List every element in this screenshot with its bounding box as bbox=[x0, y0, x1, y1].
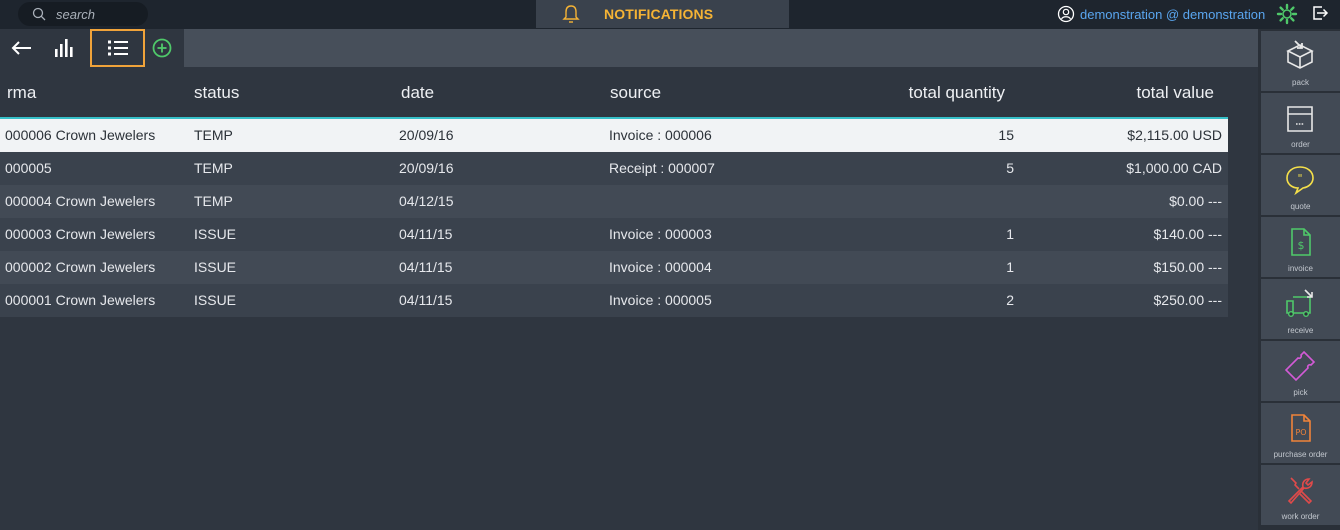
box-icon bbox=[1286, 40, 1314, 69]
table-header: rma status date source total quantity to… bbox=[0, 67, 1228, 119]
column-header-status[interactable]: status bbox=[194, 83, 239, 103]
store-icon bbox=[1287, 106, 1313, 132]
sidebar-item-work-order[interactable]: work order bbox=[1261, 465, 1340, 525]
cell-total-value: $1,000.00 CAD bbox=[1126, 160, 1222, 176]
sidebar-item-pick[interactable]: pick bbox=[1261, 341, 1340, 401]
cell-total-quantity: 1 bbox=[1006, 226, 1014, 242]
cell-date: 20/09/16 bbox=[399, 160, 454, 176]
sidebar-label: invoice bbox=[1288, 264, 1313, 273]
add-button[interactable] bbox=[149, 29, 175, 67]
quote-bubble-icon: " bbox=[1286, 166, 1314, 196]
cell-source: Invoice : 000006 bbox=[609, 127, 712, 143]
column-header-rma[interactable]: rma bbox=[7, 83, 36, 103]
column-header-date[interactable]: date bbox=[401, 83, 434, 103]
table-row[interactable]: 000003 Crown Jewelers ISSUE 04/11/15 Inv… bbox=[0, 218, 1228, 251]
sidebar-item-quote[interactable]: " quote bbox=[1261, 155, 1340, 215]
back-button[interactable] bbox=[4, 29, 40, 67]
sidebar-label: pack bbox=[1292, 78, 1309, 87]
cell-total-quantity: 1 bbox=[1006, 259, 1014, 275]
rma-table: rma status date source total quantity to… bbox=[0, 67, 1228, 317]
column-header-total-quantity[interactable]: total quantity bbox=[909, 83, 1005, 103]
list-view-button[interactable] bbox=[90, 29, 145, 67]
ticket-icon bbox=[1284, 350, 1316, 382]
notifications-label: NOTIFICATIONS bbox=[604, 6, 714, 22]
invoice-dollar-icon: $ bbox=[1291, 228, 1311, 256]
chart-view-button[interactable] bbox=[46, 29, 82, 67]
sidebar-label: order bbox=[1291, 140, 1310, 149]
search-input[interactable]: search bbox=[18, 2, 148, 26]
sidebar-item-order[interactable]: order bbox=[1261, 93, 1340, 153]
svg-text:$: $ bbox=[1298, 239, 1305, 252]
cell-date: 04/11/15 bbox=[399, 259, 453, 275]
cell-status: TEMP bbox=[194, 160, 233, 176]
cell-rma: 000003 Crown Jewelers bbox=[5, 226, 156, 242]
column-header-source[interactable]: source bbox=[610, 83, 661, 103]
sidebar-label: receive bbox=[1287, 326, 1314, 335]
cell-source: Receipt : 000007 bbox=[609, 160, 715, 176]
sidebar-label: pick bbox=[1293, 388, 1308, 397]
toolbar bbox=[0, 29, 1258, 67]
table-row[interactable]: 000005 TEMP 20/09/16 Receipt : 000007 5 … bbox=[0, 152, 1228, 185]
cell-rma: 000005 bbox=[5, 160, 52, 176]
cell-date: 04/12/15 bbox=[399, 193, 454, 209]
cell-status: TEMP bbox=[194, 127, 233, 143]
cell-status: ISSUE bbox=[194, 259, 237, 275]
cell-status: TEMP bbox=[194, 193, 233, 209]
sidebar-label: purchase order bbox=[1273, 450, 1328, 459]
sidebar-label: quote bbox=[1290, 202, 1311, 211]
cell-total-value: $250.00 --- bbox=[1153, 292, 1222, 308]
table-row[interactable]: 000001 Crown Jewelers ISSUE 04/11/15 Inv… bbox=[0, 284, 1228, 317]
sidebar-item-pack[interactable]: pack bbox=[1261, 31, 1340, 91]
cell-total-quantity: 2 bbox=[1006, 292, 1014, 308]
cell-source: Invoice : 000004 bbox=[609, 259, 712, 275]
bell-icon bbox=[562, 5, 580, 23]
user-icon bbox=[1057, 5, 1075, 23]
cell-source: Invoice : 000005 bbox=[609, 292, 712, 308]
cell-total-value: $140.00 --- bbox=[1153, 226, 1222, 242]
user-label: demonstration @ demonstration bbox=[1080, 6, 1266, 22]
cell-rma: 000001 Crown Jewelers bbox=[5, 292, 156, 308]
cell-total-quantity: 5 bbox=[1006, 160, 1014, 176]
cell-status: ISSUE bbox=[194, 292, 237, 308]
purchase-order-icon: PO bbox=[1291, 414, 1311, 442]
table-row[interactable]: 000006 Crown Jewelers TEMP 20/09/16 Invo… bbox=[0, 119, 1228, 152]
truck-icon bbox=[1286, 289, 1313, 318]
cell-total-value: $0.00 --- bbox=[1169, 193, 1222, 209]
logout-icon[interactable] bbox=[1311, 4, 1329, 22]
cell-date: 04/11/15 bbox=[399, 292, 453, 308]
back-arrow-icon bbox=[11, 41, 31, 55]
cell-total-value: $150.00 --- bbox=[1153, 259, 1222, 275]
gear-icon[interactable] bbox=[1276, 3, 1298, 25]
search-icon bbox=[32, 7, 46, 21]
tools-icon bbox=[1287, 477, 1313, 505]
sidebar-item-invoice[interactable]: $ invoice bbox=[1261, 217, 1340, 277]
search-placeholder: search bbox=[56, 6, 96, 22]
cell-date: 20/09/16 bbox=[399, 127, 454, 143]
top-bar: search NOTIFICATIONS demonstration @ dem… bbox=[0, 0, 1340, 29]
sidebar-item-purchase-order[interactable]: PO purchase order bbox=[1261, 403, 1340, 463]
bar-chart-icon bbox=[55, 39, 73, 57]
sidebar-label: work order bbox=[1281, 512, 1320, 521]
table-row[interactable]: 000004 Crown Jewelers TEMP 04/12/15 $0.0… bbox=[0, 185, 1228, 218]
cell-status: ISSUE bbox=[194, 226, 237, 242]
cell-total-quantity: 15 bbox=[998, 127, 1014, 143]
notifications-button[interactable]: NOTIFICATIONS bbox=[536, 0, 789, 28]
cell-source: Invoice : 000003 bbox=[609, 226, 712, 242]
cell-date: 04/11/15 bbox=[399, 226, 453, 242]
table-row[interactable]: 000002 Crown Jewelers ISSUE 04/11/15 Inv… bbox=[0, 251, 1228, 284]
svg-text:": " bbox=[1297, 172, 1302, 185]
list-icon bbox=[107, 40, 128, 56]
svg-text:PO: PO bbox=[1295, 428, 1306, 437]
sidebar-item-receive[interactable]: receive bbox=[1261, 279, 1340, 339]
user-account-link[interactable]: demonstration @ demonstration bbox=[1057, 3, 1265, 25]
cell-total-value: $2,115.00 USD bbox=[1127, 127, 1222, 143]
add-circle-icon bbox=[152, 38, 172, 58]
action-sidebar: pack order " quote $ invoice receive pic… bbox=[1258, 29, 1340, 530]
cell-rma: 000002 Crown Jewelers bbox=[5, 259, 156, 275]
column-header-total-value[interactable]: total value bbox=[1137, 83, 1215, 103]
cell-rma: 000004 Crown Jewelers bbox=[5, 193, 156, 209]
cell-rma: 000006 Crown Jewelers bbox=[5, 127, 156, 143]
